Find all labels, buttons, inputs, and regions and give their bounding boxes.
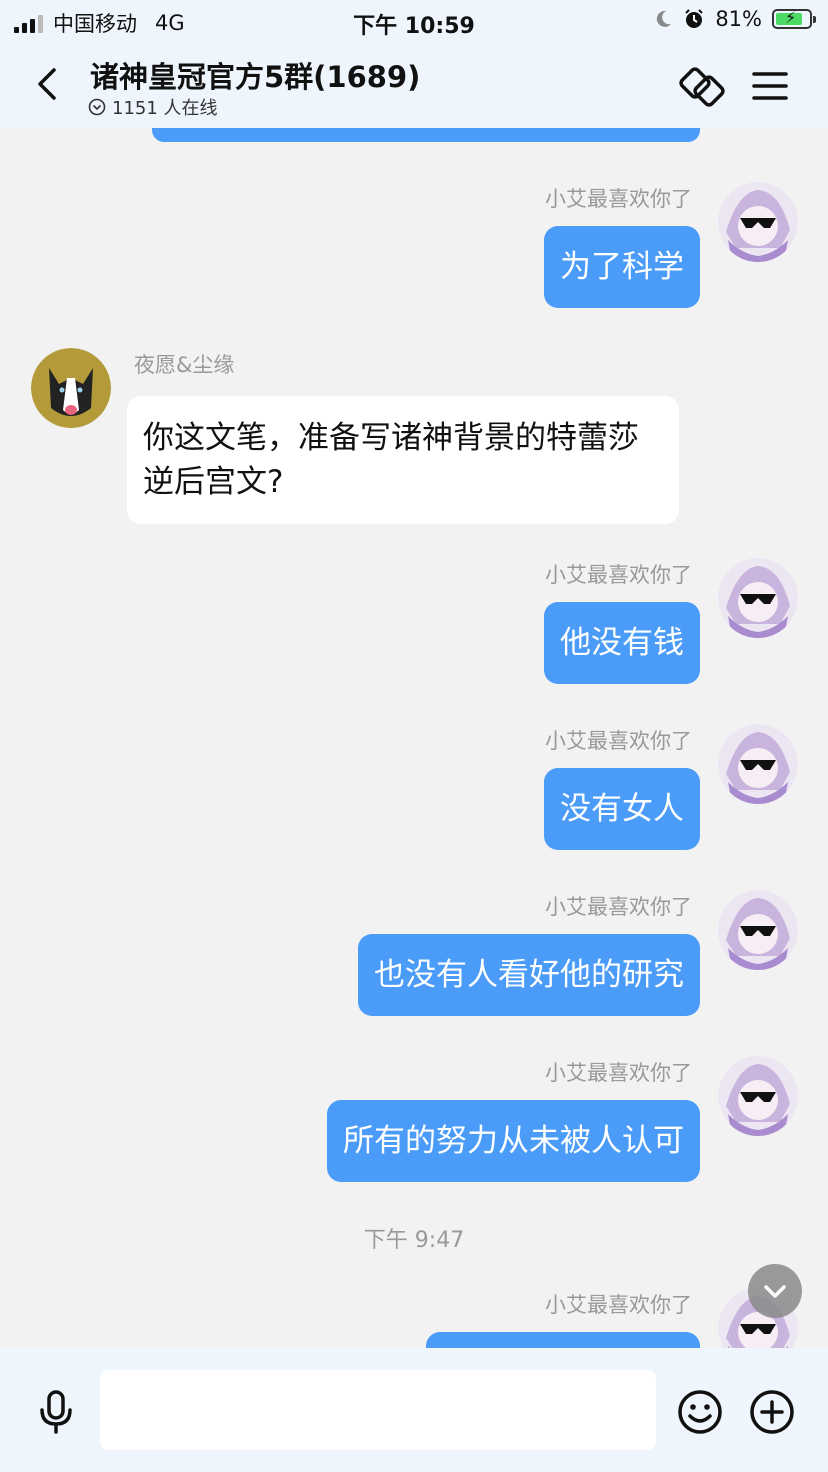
avatar[interactable] [718,724,798,804]
avatar[interactable] [718,182,798,262]
message-bubble[interactable]: 他没有钱 [544,602,700,684]
sender-name: 小艾最喜欢你了 [545,729,692,753]
microphone-icon[interactable] [32,1388,80,1436]
plus-icon[interactable] [748,1388,796,1436]
message-bubble[interactable]: 没有女人 [544,768,700,850]
avatar[interactable] [31,348,111,428]
smile-icon[interactable] [676,1388,724,1436]
signal-icon [14,13,43,33]
battery-percent: 81% [715,7,762,31]
network-label: 4G [155,11,185,35]
avatar[interactable] [718,890,798,970]
scroll-to-bottom-button[interactable] [748,1264,802,1318]
check-circle-icon [88,98,106,116]
time-divider: 下午 9:47 [363,1228,465,1253]
sender-name: 小艾最喜欢你了 [545,563,692,587]
chat-header: 诸神皇冠官方5群(1689) 1151 人在线 [0,44,828,128]
online-count: 1151 人在线 [88,94,218,120]
alarm-icon [685,9,704,28]
message-input[interactable] [100,1370,656,1450]
moon-icon [657,10,672,27]
battery-icon: ⚡ [772,8,816,29]
input-bar [0,1348,828,1472]
avatar[interactable] [718,1056,798,1136]
avatar[interactable] [718,558,798,638]
menu-icon[interactable] [750,66,790,106]
sender-name: 小艾最喜欢你了 [545,1061,692,1085]
online-text: 1151 人在线 [112,98,218,119]
carrier-label: 中国移动 [53,12,137,36]
group-title[interactable]: 诸神皇冠官方5群(1689) [90,54,420,96]
message-bubble[interactable]: 也没有人看好他的研究 [358,934,700,1016]
chevron-down-icon [764,1285,786,1298]
sender-name: 夜愿&尘缘 [134,353,235,377]
back-chevron-left-icon[interactable] [28,64,68,104]
message-bubble[interactable]: 所有的努力从未被人认可 [327,1100,700,1182]
status-bar: 中国移动 4G 下午 10:59 81% ⚡ [0,0,828,44]
message-bubble[interactable]: 你这文笔，准备写诸神背景的特蕾莎逆后宫文? [127,396,679,524]
message-bubble[interactable]: 为了科学 [544,226,700,308]
sender-name: 小艾最喜欢你了 [545,1293,692,1317]
link-icon[interactable] [678,62,726,110]
sender-name: 小艾最喜欢你了 [545,895,692,919]
sender-name: 小艾最喜欢你了 [545,187,692,211]
